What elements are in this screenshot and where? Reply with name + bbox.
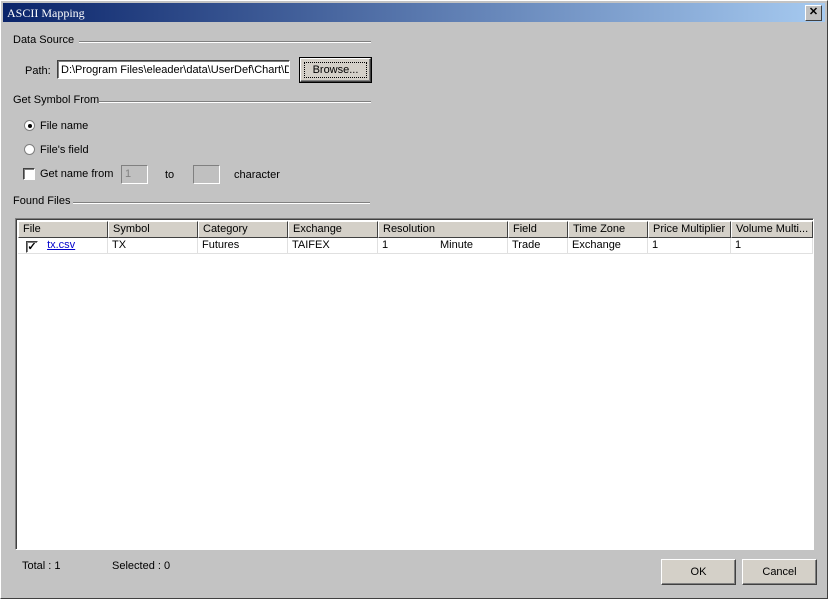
file-link[interactable]: tx.csv — [47, 239, 75, 251]
data-source-divider — [79, 41, 371, 43]
path-input[interactable]: D:\Program Files\eleader\data\UserDef\Ch… — [57, 60, 290, 79]
column-header-exchange[interactable]: Exchange — [288, 221, 378, 238]
volume-multiplier-cell: 1 — [731, 238, 813, 254]
files-field-label[interactable]: File's field — [40, 144, 89, 156]
column-header-file[interactable]: File — [18, 221, 108, 238]
exchange-cell: TAIFEX — [288, 238, 378, 254]
character-label: character — [234, 169, 280, 181]
focus-rect — [304, 62, 367, 78]
category-cell: Futures — [198, 238, 288, 254]
column-header-field[interactable]: Field — [508, 221, 568, 238]
total-count: Total : 1 — [22, 560, 61, 572]
symbol-cell: TX — [108, 238, 198, 254]
row-checkbox[interactable]: ✓ — [26, 241, 38, 253]
ascii-mapping-dialog: ASCII Mapping ✕ Data Source Path: D:\Pro… — [0, 0, 828, 599]
column-header-symbol[interactable]: Symbol — [108, 221, 198, 238]
price-multiplier-cell: 1 — [648, 238, 731, 254]
column-header-category[interactable]: Category — [198, 221, 288, 238]
column-header-price-multiplier[interactable]: Price Multiplier — [648, 221, 731, 238]
close-icon: ✕ — [808, 6, 819, 18]
found-files-group-label: Found Files — [13, 195, 71, 207]
found-files-divider — [73, 202, 370, 204]
list-header: File Symbol Category Exchange Resolution… — [18, 221, 813, 238]
files-field-radio[interactable] — [24, 144, 35, 155]
column-header-volume-multiplier[interactable]: Volume Multi... — [731, 221, 813, 238]
get-name-from-checkbox[interactable] — [23, 168, 35, 180]
column-header-resolution[interactable]: Resolution — [378, 221, 508, 238]
field-cell: Trade — [508, 238, 568, 254]
browse-button[interactable]: Browse... — [299, 57, 372, 83]
get-name-from-label[interactable]: Get name from — [40, 168, 113, 180]
name-to-input[interactable] — [193, 165, 220, 184]
resolution-unit-cell: Minute — [436, 238, 508, 254]
to-label: to — [165, 169, 175, 181]
resolution-value-cell: 1 — [378, 238, 436, 254]
file-name-label[interactable]: File name — [40, 120, 88, 132]
found-files-list[interactable]: File Symbol Category Exchange Resolution… — [15, 218, 814, 550]
title-bar[interactable]: ASCII Mapping ✕ — [3, 3, 825, 22]
name-from-input[interactable]: 1 — [121, 165, 148, 184]
time-zone-cell: Exchange — [568, 238, 648, 254]
path-label: Path: — [25, 65, 51, 77]
cancel-button[interactable]: Cancel — [742, 559, 817, 585]
get-symbol-divider — [99, 101, 371, 103]
table-row[interactable]: ✓ tx.csv TX Futures TAIFEX 1 Minute Trad… — [18, 238, 813, 254]
selected-count: Selected : 0 — [112, 560, 171, 572]
data-source-group-label: Data Source — [13, 34, 75, 46]
column-header-time-zone[interactable]: Time Zone — [568, 221, 648, 238]
get-symbol-group-label: Get Symbol From — [13, 94, 100, 106]
ok-button[interactable]: OK — [661, 559, 736, 585]
close-button[interactable]: ✕ — [805, 5, 822, 21]
window-title: ASCII Mapping — [7, 6, 85, 20]
file-cell: ✓ tx.csv — [18, 238, 108, 254]
file-name-radio[interactable] — [24, 120, 35, 131]
